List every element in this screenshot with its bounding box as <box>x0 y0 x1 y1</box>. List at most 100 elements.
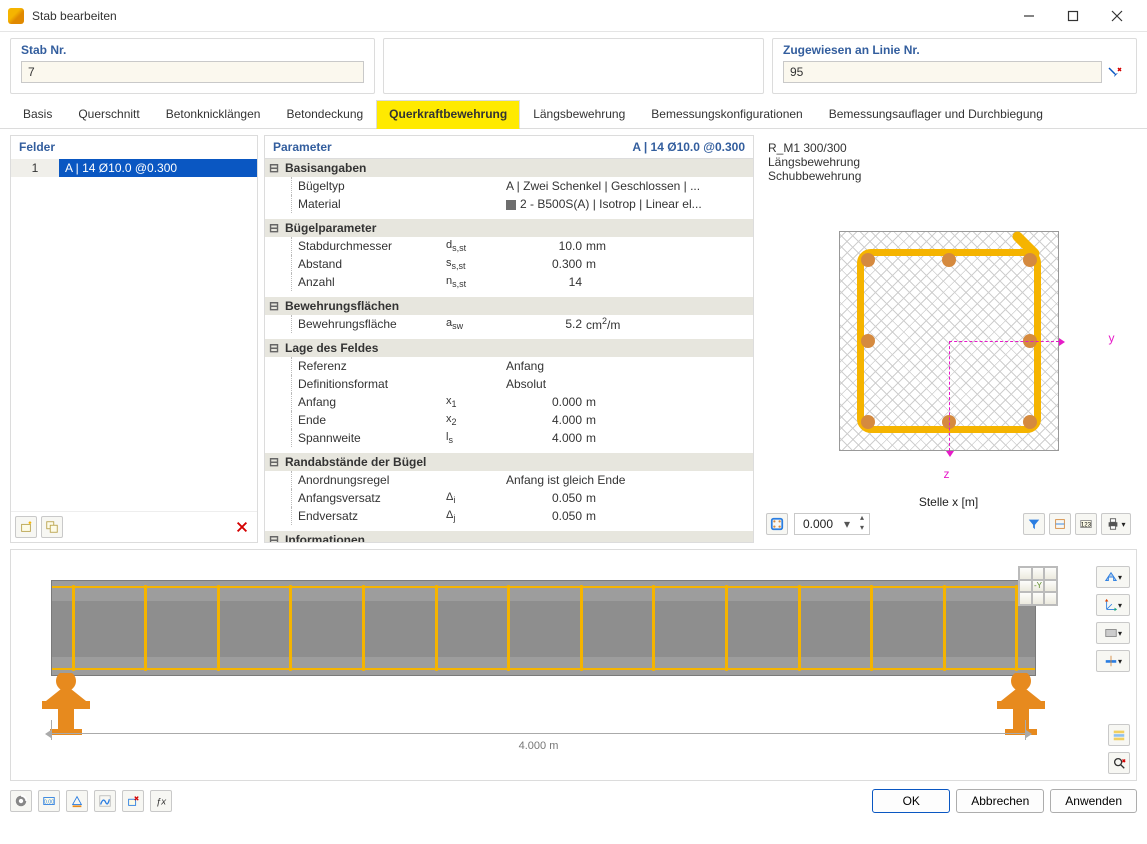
values-toggle-button[interactable]: 123 <box>1075 513 1097 535</box>
window-title: Stab bearbeiten <box>32 9 1007 23</box>
stab-nr-label: Stab Nr. <box>21 43 364 57</box>
tab-bemessungskonfigurationen[interactable]: Bemessungskonfigurationen <box>638 100 815 128</box>
param-row[interactable]: EndversatzΔj0.050m <box>265 507 753 525</box>
param-row[interactable]: AnordnungsregelAnfang ist gleich Ende <box>265 471 753 489</box>
param-section[interactable]: ⊟Basisangaben <box>265 159 753 177</box>
param-row[interactable]: Stabdurchmesserds,st10.0mm <box>265 237 753 255</box>
units-button[interactable]: 0.00 <box>38 790 60 812</box>
param-row[interactable]: Anfangx10.000m <box>265 393 753 411</box>
line-nr-label: Zugewiesen an Linie Nr. <box>783 43 1126 57</box>
param-row[interactable]: Bewehrungsflächeasw5.2cm2/m <box>265 315 753 333</box>
copy-field-button[interactable] <box>41 516 63 538</box>
svg-text:ƒx: ƒx <box>156 797 167 808</box>
stirrup-icon <box>217 585 220 671</box>
cancel-button[interactable]: Abbrechen <box>956 789 1044 813</box>
section-plane-button[interactable]: ▾ <box>1096 650 1130 672</box>
rebar-icon <box>861 334 875 348</box>
step-down-icon[interactable]: ▾ <box>855 524 869 534</box>
dimension-line <box>51 733 1026 734</box>
stirrup-icon <box>289 585 292 671</box>
pick-line-icon[interactable] <box>1106 65 1124 83</box>
param-row[interactable]: Spannweitels4.000m <box>265 429 753 447</box>
minimize-button[interactable] <box>1007 0 1051 32</box>
parameter-header: Parameter <box>273 140 332 154</box>
stirrup-icon <box>72 585 75 671</box>
param-section[interactable]: ⊟Randabstände der Bügel <box>265 453 753 471</box>
fields-panel: Felder 1 A | 14 Ø10.0 @0.300 <box>10 135 258 543</box>
beam-view[interactable]: 4.000 m -Y ▾ ▾ ▾ ▾ <box>10 549 1137 781</box>
close-button[interactable] <box>1095 0 1139 32</box>
parameter-header-right: A | 14 Ø10.0 @0.300 <box>632 140 745 154</box>
parameter-panel: Parameter A | 14 Ø10.0 @0.300 ⊟Basisanga… <box>264 135 754 543</box>
param-row[interactable]: ReferenzAnfang <box>265 357 753 375</box>
support-right-icon <box>989 673 1053 737</box>
position-value: 0.000 <box>795 517 839 531</box>
param-row[interactable]: Endex24.000m <box>265 411 753 429</box>
param-row[interactable]: Abstandss,st0.300m <box>265 255 753 273</box>
tab-querschnitt[interactable]: Querschnitt <box>65 100 152 128</box>
axes-button[interactable]: ▾ <box>1096 594 1130 616</box>
line-nr-input[interactable] <box>783 61 1102 83</box>
result-settings-button[interactable] <box>94 790 116 812</box>
tab-basis[interactable]: Basis <box>10 100 65 128</box>
ok-button[interactable]: OK <box>872 789 950 813</box>
view-mode-button[interactable]: ▾ <box>1096 566 1130 588</box>
param-section[interactable]: ⊟Lage des Feldes <box>265 339 753 357</box>
param-row[interactable]: AnfangsversatzΔi0.050m <box>265 489 753 507</box>
stirrup-icon <box>943 585 946 671</box>
rebar-icon <box>861 253 875 267</box>
tab-bar: Basis Querschnitt Betonknicklängen Beton… <box>0 98 1147 129</box>
fields-list[interactable]: 1 A | 14 Ø10.0 @0.300 <box>11 159 257 511</box>
tab-querkraftbewehrung[interactable]: Querkraftbewehrung <box>376 100 520 129</box>
stab-nr-group: Stab Nr. <box>10 38 375 94</box>
reset-zoom-button[interactable] <box>1108 752 1130 774</box>
axis-y-label: y <box>1109 331 1115 345</box>
rebar-icon <box>1023 253 1037 267</box>
stab-nr-input[interactable] <box>21 61 364 83</box>
position-label: Stelle x [m] <box>766 495 1131 509</box>
stirrup-icon <box>580 585 583 671</box>
support-left-icon <box>34 673 98 737</box>
param-section[interactable]: ⊟Bewehrungsflächen <box>265 297 753 315</box>
field-row[interactable]: 1 A | 14 Ø10.0 @0.300 <box>11 159 257 177</box>
rebar-icon <box>942 253 956 267</box>
param-row[interactable]: BügeltypA | Zwei Schenkel | Geschlossen … <box>265 177 753 195</box>
param-row[interactable]: DefinitionsformatAbsolut <box>265 375 753 393</box>
print-button[interactable]: ▾ <box>1101 513 1131 535</box>
clear-results-button[interactable] <box>122 790 144 812</box>
tab-betonknicklaengen[interactable]: Betonknicklängen <box>153 100 274 128</box>
display-button[interactable]: ▾ <box>1096 622 1130 644</box>
stirrup-icon <box>725 585 728 671</box>
position-stepper[interactable]: 0.000 ▾ ▴▾ <box>794 513 870 535</box>
help-button[interactable] <box>10 790 32 812</box>
delete-field-button[interactable] <box>231 516 253 538</box>
section-canvas[interactable]: z y <box>766 187 1131 495</box>
svg-text:123: 123 <box>1081 522 1092 529</box>
field-row-text: A | 14 Ø10.0 @0.300 <box>59 159 257 177</box>
new-field-button[interactable] <box>15 516 37 538</box>
apply-button[interactable]: Anwenden <box>1050 789 1137 813</box>
param-row[interactable]: Material2 - B500S(A) | Isotrop | Linear … <box>265 195 753 213</box>
param-section[interactable]: ⊟Informationen <box>265 531 753 542</box>
param-row[interactable]: Anzahlns,st14 <box>265 273 753 291</box>
param-section[interactable]: ⊟Bügelparameter <box>265 219 753 237</box>
stirrup-icon <box>507 585 510 671</box>
section-stirrup-mode-button[interactable] <box>766 513 788 535</box>
maximize-button[interactable] <box>1051 0 1095 32</box>
tab-laengsbewehrung[interactable]: Längsbewehrung <box>520 100 638 128</box>
tab-betondeckung[interactable]: Betondeckung <box>273 100 376 128</box>
rebar-icon <box>861 415 875 429</box>
function-button[interactable]: ƒx <box>150 790 172 812</box>
field-row-num: 1 <box>11 159 59 177</box>
support-settings-button[interactable] <box>66 790 88 812</box>
dimension-toggle-button[interactable] <box>1049 513 1071 535</box>
filter-button[interactable] <box>1023 513 1045 535</box>
view-cube[interactable]: -Y <box>1018 566 1058 606</box>
member-list-button[interactable] <box>1108 724 1130 746</box>
tab-bemessungsauflager[interactable]: Bemessungsauflager und Durchbiegung <box>816 100 1056 128</box>
parameter-grid[interactable]: ⊟BasisangabenBügeltypA | Zwei Schenkel |… <box>265 159 753 542</box>
section-preview-panel: R_M1 300/300 Längsbewehrung Schubbewehru… <box>760 135 1137 543</box>
middle-group <box>383 38 764 94</box>
preview-info-text: R_M1 300/300 Längsbewehrung Schubbewehru… <box>766 139 1131 187</box>
chevron-down-icon[interactable]: ▾ <box>839 517 855 531</box>
